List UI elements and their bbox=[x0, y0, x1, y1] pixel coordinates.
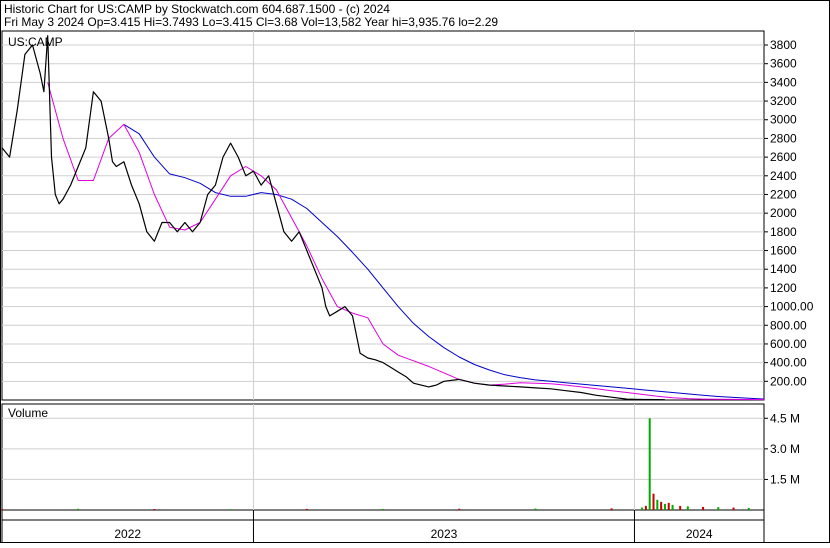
price-axis-tick-label: 3400 bbox=[770, 75, 797, 89]
chart-canvas: Historic Chart for US:CAMP by Stockwatch… bbox=[0, 0, 830, 543]
volume-bar bbox=[458, 508, 461, 510]
volume-bar bbox=[382, 508, 384, 510]
price-axis-tick-label: 3000 bbox=[770, 113, 797, 127]
x-period-label: 2022 bbox=[114, 527, 141, 541]
volume-bar bbox=[686, 506, 689, 510]
volume-bar bbox=[610, 508, 613, 510]
price-axis-tick-label: 2000 bbox=[770, 206, 797, 220]
volume-bar bbox=[305, 508, 308, 510]
volume-bar bbox=[77, 508, 80, 510]
volume-bar bbox=[679, 505, 682, 510]
price-panel: 200.00 400.00 600.00 800.00 1000.00 1200 1400 1… bbox=[1, 30, 814, 401]
chart-header-line2: Fri May 3 2024 Op=3.415 Hi=3.7493 Lo=3.4… bbox=[4, 15, 498, 29]
price-axis-tick-label: 2400 bbox=[770, 169, 797, 183]
volume-axis-tick-label: 4.5 M bbox=[770, 411, 800, 425]
volume-bar bbox=[229, 509, 232, 511]
chart-page: Historic Chart for US:CAMP by Stockwatch… bbox=[0, 0, 830, 543]
price-axis-tick-label: 1200 bbox=[770, 281, 797, 295]
volume-bar bbox=[652, 493, 655, 510]
volume-axis-tick-label: 3.0 M bbox=[770, 442, 800, 456]
price-axis-tick-label: 800.00 bbox=[770, 318, 807, 332]
volume-bar bbox=[702, 506, 705, 510]
price-axis-tick-label: 2800 bbox=[770, 131, 797, 145]
price-axis-tick-label: 400.00 bbox=[770, 356, 807, 370]
price-axis-tick-label: 200.00 bbox=[770, 374, 807, 388]
volume-bar bbox=[660, 501, 663, 510]
volume-bar bbox=[747, 507, 750, 510]
price-panel-label: US:CAMP bbox=[8, 35, 63, 49]
price-axis-tick-label: 3800 bbox=[770, 38, 797, 52]
price-axis-tick-label: 2600 bbox=[770, 150, 797, 164]
volume-bar bbox=[641, 507, 644, 510]
price-axis-tick-label: 600.00 bbox=[770, 337, 807, 351]
price-axis-tick-label: 1800 bbox=[770, 225, 797, 239]
price-axis-tick-label: 2200 bbox=[770, 187, 797, 201]
volume-bar bbox=[671, 504, 674, 510]
volume-bar bbox=[648, 418, 651, 510]
x-period-label: 2023 bbox=[431, 527, 458, 541]
price-axis-tick-label: 3200 bbox=[770, 94, 797, 108]
volume-bar bbox=[644, 505, 647, 510]
chart-header-line1: Historic Chart for US:CAMP by Stockwatch… bbox=[4, 2, 390, 16]
volume-bar bbox=[153, 508, 156, 510]
volume-bar bbox=[534, 508, 537, 510]
volume-bar bbox=[732, 507, 735, 510]
price-axis-tick-label: 1400 bbox=[770, 262, 797, 276]
volume-axis-tick-label: 1.5 M bbox=[770, 472, 800, 486]
volume-bar bbox=[717, 507, 720, 510]
price-plot-frame bbox=[1, 30, 765, 401]
volume-bar bbox=[656, 499, 659, 510]
volume-bar bbox=[667, 502, 670, 510]
volume-panel-label: Volume bbox=[8, 406, 48, 420]
volume-panel: 1.5 M 3.0 M 4.5 M bbox=[1, 403, 800, 511]
price-axis-tick-label: 1000.00 bbox=[770, 300, 814, 314]
volume-bar bbox=[663, 503, 666, 510]
price-axis-tick-label: 3600 bbox=[770, 57, 797, 71]
price-axis-tick-label: 1600 bbox=[770, 244, 797, 258]
x-period-label: 2024 bbox=[686, 527, 713, 541]
